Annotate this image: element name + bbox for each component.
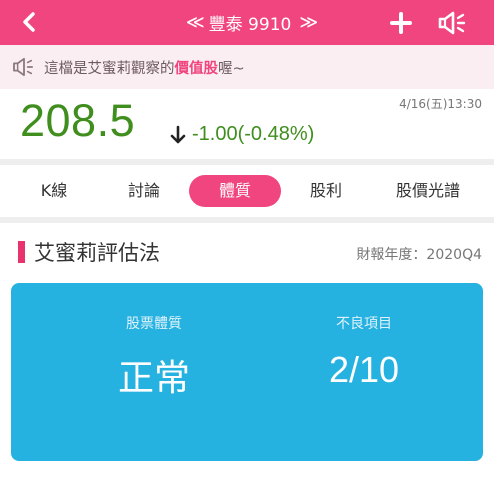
back-button[interactable] [14, 6, 44, 38]
bad-items-value: 2/10 [328, 349, 400, 390]
down-arrow-icon [170, 125, 186, 143]
next-stock-icon[interactable]: ≫ [299, 12, 318, 33]
plus-icon [390, 12, 412, 34]
section-accent-bar [18, 241, 25, 263]
health-label: 股票體質 [126, 316, 182, 332]
bad-items-column: 不良項目 2/10 [264, 283, 464, 391]
health-column: 股票體質 正常 [54, 283, 254, 401]
quote-area: 208.5 -1.00(-0.48%) 4/16(五)13:30 [0, 89, 494, 159]
tab-dividend[interactable]: 股利 [298, 175, 354, 207]
divider [0, 217, 494, 223]
stock-price: 208.5 [20, 95, 136, 146]
stock-title: 豐泰 9910 [208, 15, 292, 35]
prev-stock-icon[interactable]: ≪ [186, 12, 205, 33]
announcement-button[interactable] [434, 6, 470, 40]
notice-banner: 這檔是艾蜜莉觀察的 價值股 喔~ [0, 45, 494, 89]
tab-fundamentals[interactable]: 體質 [189, 175, 281, 207]
bad-items-label: 不良項目 [336, 316, 392, 332]
tab-discussion[interactable]: 討論 [116, 175, 172, 207]
health-value: 正常 [117, 358, 190, 399]
quote-timestamp: 4/16(五)13:30 [399, 97, 482, 111]
tab-price-spectrum[interactable]: 股價光譜 [380, 175, 476, 207]
price-change-value: -1.00(-0.48%) [192, 123, 315, 145]
report-year: 財報年度：2020Q4 [356, 247, 482, 263]
stock-title-bar: ≪ 豐泰 9910 ≫ [160, 0, 340, 45]
back-chevron-icon [23, 12, 35, 32]
section-title: 艾蜜莉評估法 [34, 241, 160, 265]
speaker-icon [13, 57, 33, 77]
add-watchlist-button[interactable] [386, 8, 416, 38]
tab-k-line[interactable]: K線 [26, 175, 82, 207]
notice-suffix: 喔~ [218, 60, 245, 77]
section-header: 艾蜜莉評估法 財報年度：2020Q4 [0, 232, 494, 272]
notice-highlight: 價值股 [174, 60, 219, 77]
top-bar: ≪ 豐泰 9910 ≫ [0, 0, 494, 45]
divider [0, 159, 494, 165]
tab-bar: K線 討論 體質 股利 股價光譜 [0, 166, 494, 216]
speaker-icon [438, 11, 466, 35]
notice-prefix: 這檔是艾蜜莉觀察的 [44, 60, 175, 77]
price-change: -1.00(-0.48%) [170, 123, 314, 146]
summary-card: 股票體質 正常 不良項目 2/10 [11, 283, 483, 461]
